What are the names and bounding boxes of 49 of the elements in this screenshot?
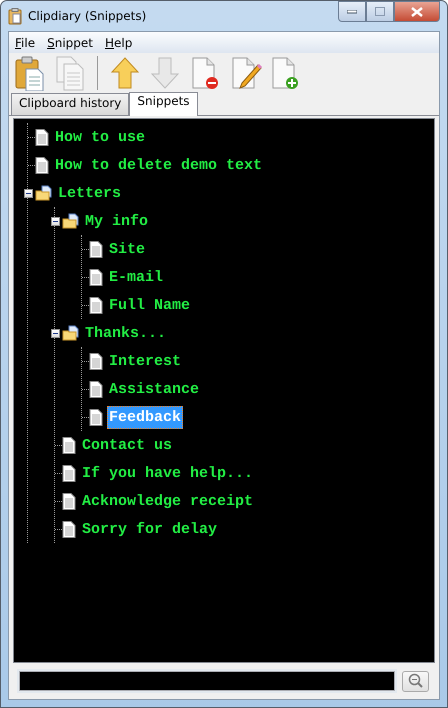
tree-item[interactable]: If you have help... — [80, 462, 256, 484]
app-icon — [8, 8, 22, 24]
maximize-icon — [375, 7, 385, 16]
collapse-toggle[interactable] — [51, 216, 60, 226]
tree-item[interactable]: How to use — [53, 126, 148, 148]
folder-icon — [35, 185, 52, 201]
minimize-icon — [347, 10, 357, 14]
up-arrow-icon[interactable] — [108, 55, 142, 91]
document-icon — [62, 520, 76, 538]
folder-icon — [62, 325, 79, 341]
menu-item[interactable]: Help — [104, 36, 132, 50]
document-icon — [62, 492, 76, 510]
tab[interactable]: Snippets — [129, 92, 198, 116]
tree-item[interactable]: How to delete demo text — [53, 154, 264, 176]
tree-item[interactable]: Interest — [107, 350, 184, 372]
tree-item[interactable]: E-mail — [107, 266, 166, 288]
tab[interactable]: Clipboard history — [11, 93, 130, 115]
window-title: Clipdiary (Snippets) — [28, 9, 148, 23]
document-icon — [62, 436, 76, 454]
tree-item[interactable]: Acknowledge receipt — [80, 490, 256, 512]
tree-item[interactable]: Letters — [56, 182, 124, 204]
document-icon — [89, 408, 103, 426]
document-icon — [89, 240, 103, 258]
document-icon — [35, 128, 49, 146]
folder-icon — [62, 213, 79, 229]
minimize-button[interactable] — [338, 1, 366, 22]
tree-item[interactable]: Sorry for delay — [80, 518, 220, 540]
document-icon — [89, 352, 103, 370]
document-icon — [89, 380, 103, 398]
document-icon — [89, 296, 103, 314]
collapse-toggle[interactable] — [24, 188, 33, 198]
tree-item[interactable]: Assistance — [107, 378, 202, 400]
maximize-button[interactable] — [366, 1, 394, 22]
close-icon — [411, 6, 423, 16]
tree-item[interactable]: My info — [83, 210, 150, 232]
menu-item[interactable]: Snippet — [47, 36, 93, 50]
search-icon — [408, 673, 424, 689]
search-field[interactable] — [19, 671, 395, 691]
menu-item[interactable]: File — [15, 36, 36, 50]
tree-item[interactable]: Site — [107, 238, 148, 260]
tree-item[interactable]: Full Name — [107, 294, 192, 316]
search-button[interactable] — [402, 670, 429, 692]
tree-item[interactable]: Contact us — [80, 434, 174, 456]
close-button[interactable] — [394, 1, 440, 22]
tree-item[interactable]: Thanks... — [83, 322, 168, 344]
collapse-toggle[interactable] — [51, 328, 60, 338]
document-icon — [89, 268, 103, 286]
document-icon — [35, 156, 49, 174]
document-icon — [62, 464, 76, 482]
